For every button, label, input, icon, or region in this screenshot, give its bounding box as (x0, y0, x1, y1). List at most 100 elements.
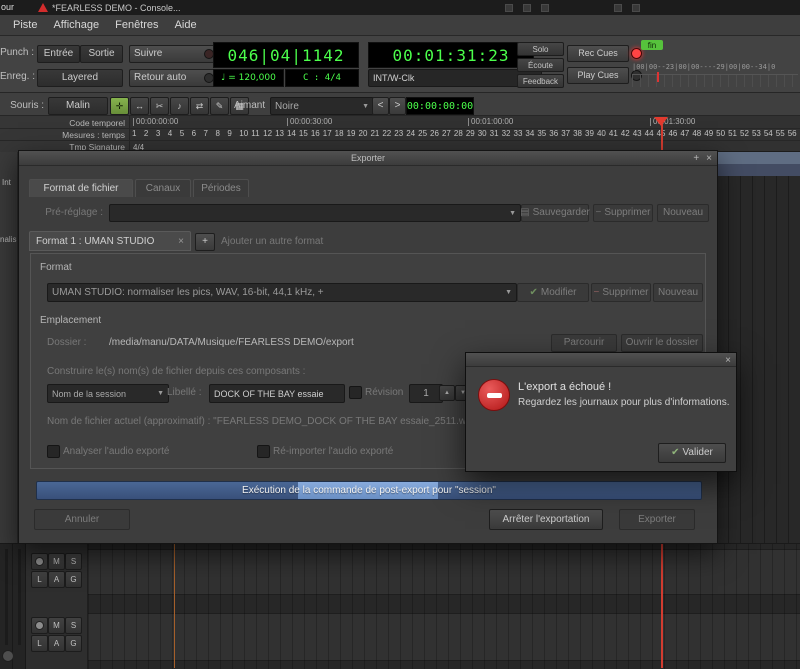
session-name-dropdown[interactable]: Nom de la session ▼ (47, 384, 169, 403)
bar-number: 53 (752, 130, 764, 140)
automation-button[interactable]: A (48, 635, 65, 652)
open-folder-button[interactable]: Ouvrir le dossier (621, 334, 703, 352)
layers-button[interactable]: L (31, 571, 48, 588)
track-lanes[interactable] (88, 544, 800, 669)
primary-clock[interactable]: 046|04|1142 (213, 42, 359, 68)
error-dialog-titlebar[interactable]: × (466, 353, 736, 367)
cut-tool-button[interactable]: ✂ (150, 97, 169, 115)
check-icon: ✔ (530, 288, 538, 298)
mixer-strip[interactable] (0, 544, 13, 669)
close-tab-icon[interactable]: × (178, 236, 184, 247)
preset-save-button[interactable]: ▤ Sauvegarder (521, 204, 589, 222)
smart-mode-button[interactable]: Malin (48, 97, 108, 115)
format-new-button[interactable]: Nouveau (653, 283, 703, 302)
end-marker[interactable]: fin (641, 40, 663, 50)
nudge-clock[interactable]: 00:00:00:00 (406, 97, 474, 115)
close-icon[interactable]: × (725, 355, 731, 366)
mute-button[interactable]: M (48, 617, 65, 634)
tempo-display[interactable]: ♩ = 120,000 (213, 69, 284, 87)
revision-checkbox[interactable] (349, 386, 362, 399)
play-cues-button[interactable]: Play Cues (567, 67, 629, 84)
audition-tool-button[interactable]: ♪ (170, 97, 189, 115)
tab-channels[interactable]: Canaux (135, 179, 191, 197)
right-track-area[interactable] (716, 152, 800, 543)
browse-button[interactable]: Parcourir (551, 334, 617, 352)
audition-tool-icon: ♪ (177, 101, 182, 111)
timecode-tick: 00:01:00:00 (468, 118, 513, 126)
mute-button[interactable]: M (48, 553, 65, 570)
reimport-checkbox-label: Ré-importer l'audio exporté (273, 447, 393, 457)
snap-mode-dropdown[interactable]: Noire ▼ (270, 97, 374, 115)
bar-number: 43 (633, 130, 645, 140)
preset-new-label: Nouveau (663, 208, 703, 218)
mute-label: M (53, 557, 60, 566)
export-dialog-titlebar[interactable]: Exporter + × (19, 151, 717, 166)
playhead-marker[interactable] (654, 117, 668, 126)
analyze-checkbox[interactable] (47, 445, 60, 458)
reimport-checkbox[interactable] (257, 445, 270, 458)
label-input[interactable]: DOCK OF THE BAY essaie (209, 384, 345, 403)
range-tool-button[interactable]: ↔ (130, 97, 149, 115)
cancel-button[interactable]: Annuler (34, 509, 130, 530)
preset-new-button[interactable]: Nouveau (657, 204, 709, 222)
punch-out-button[interactable]: Sortie (80, 45, 123, 63)
nudge-back-button[interactable]: < (372, 97, 389, 115)
menu-item-3[interactable]: Aide (175, 19, 197, 31)
revision-spinbox[interactable]: 1 (409, 384, 443, 403)
stretch-tool-icon: ⇄ (196, 101, 204, 112)
rec-cues-button[interactable]: Rec Cues (567, 45, 629, 62)
solo-button[interactable]: S (65, 553, 82, 570)
bar-number: 47 (680, 130, 692, 140)
bars-ruler[interactable]: 1234567891011121314151617181920212223242… (132, 130, 800, 140)
punch-in-button[interactable]: Entrée (37, 45, 80, 63)
stretch-tool-button[interactable]: ⇄ (190, 97, 209, 115)
secondary-clock[interactable]: 00:01:31:23 (368, 42, 534, 68)
bar-number: 52 (740, 130, 752, 140)
spin-up-button[interactable]: ▲ (439, 385, 455, 401)
menu-item-1[interactable]: Affichage (53, 19, 99, 31)
tab-file-format[interactable]: Format de fichier (29, 179, 133, 197)
solo-button[interactable]: S (65, 617, 82, 634)
sync-source-button[interactable]: INT/W-Clk (368, 69, 542, 87)
left-text-fragment: nalis (0, 235, 16, 244)
monitor-button-0[interactable]: Solo (517, 42, 564, 56)
format-dropdown[interactable]: UMAN STUDIO: normaliser les pics, WAV, 1… (47, 283, 517, 302)
tab-timespans[interactable]: Périodes (193, 179, 249, 197)
maximize-icon[interactable]: + (693, 153, 699, 164)
snap-mode-value: Noire (275, 101, 299, 112)
layers-button[interactable]: L (31, 635, 48, 652)
record-arm-button[interactable] (31, 553, 48, 570)
chevron-down-icon: ▼ (509, 210, 516, 217)
monitor-button-1[interactable]: Écoute (517, 58, 564, 72)
close-icon[interactable]: × (706, 153, 712, 164)
ok-button[interactable]: ✔ Valider (658, 443, 726, 463)
record-arm-button[interactable] (31, 617, 48, 634)
menu-item-2[interactable]: Fenêtres (115, 19, 158, 31)
auto-return-button[interactable]: Retour auto (129, 69, 219, 87)
record-mode-button[interactable]: Layered (37, 69, 123, 87)
preset-remove-button[interactable]: − Supprimer (593, 204, 653, 222)
automation-label: A (54, 575, 59, 584)
meter-display[interactable]: C : 4/4 (285, 69, 359, 87)
nudge-forward-button[interactable]: > (389, 97, 406, 115)
mixer-strip[interactable] (13, 544, 26, 669)
monitor-button-2[interactable]: Feedback (517, 74, 564, 88)
stop-export-button[interactable]: Arrêter l'exportation (489, 509, 603, 530)
draw-tool-button[interactable]: ✎ (210, 97, 229, 115)
grab-tool-button[interactable]: ✛ (110, 97, 129, 115)
automation-button[interactable]: A (48, 571, 65, 588)
add-format-button[interactable]: + (195, 233, 215, 251)
open-folder-label: Ouvrir le dossier (626, 338, 699, 348)
follow-button[interactable]: Suivre (129, 45, 219, 63)
group-button[interactable]: G (65, 635, 82, 652)
format-remove-button[interactable]: − Supprimer (591, 283, 651, 302)
folder-path-value: /media/manu/DATA/Musique/FEARLESS DEMO/e… (109, 338, 354, 348)
format-tab[interactable]: Format 1 : UMAN STUDIO × (29, 231, 191, 251)
format-edit-button[interactable]: ✔ Modifier (517, 283, 589, 302)
format-remove-label: Supprimer (602, 288, 648, 298)
menu-item-0[interactable]: Piste (13, 19, 37, 31)
preset-dropdown[interactable]: ▼ (109, 204, 521, 222)
export-button[interactable]: Exporter (619, 509, 695, 530)
window-titlebar[interactable]: our *FEARLESS DEMO - Console... (0, 0, 800, 15)
group-button[interactable]: G (65, 571, 82, 588)
